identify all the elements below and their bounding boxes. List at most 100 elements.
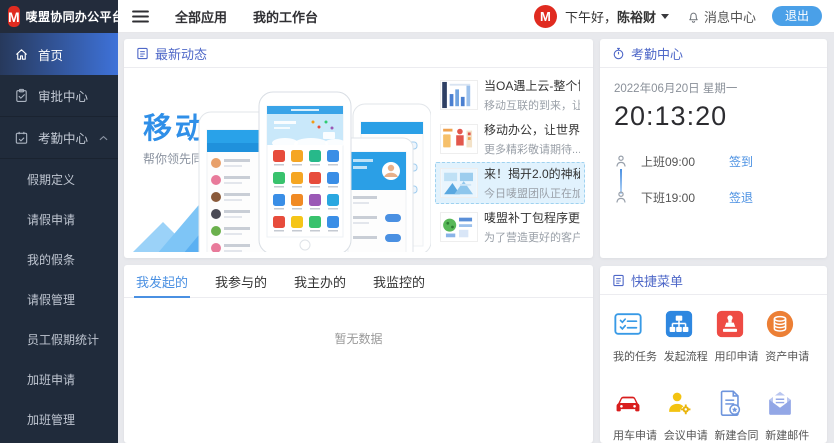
sidebar-item-label: 加班管理 (27, 411, 75, 428)
quick-item-start-process[interactable]: 发起流程 (663, 309, 714, 364)
sidebar-item-leave-request[interactable]: 请假申请 (0, 199, 118, 239)
sidebar-item-label: 员工假期统计 (27, 331, 99, 348)
checkout-link[interactable]: 签退 (729, 189, 753, 206)
quick-item-meeting-request[interactable]: 会议申请 (663, 388, 714, 443)
bell-icon[interactable] (687, 10, 700, 23)
stopwatch-icon (612, 47, 625, 60)
user-name: 陈裕财 (617, 10, 656, 25)
message-center-link[interactable]: 消息中心 (704, 7, 756, 26)
quick-item-asset-request[interactable]: 资产申请 (764, 309, 815, 364)
empty-state-text: 暂无数据 (124, 298, 593, 347)
news-item-selected[interactable]: 来！揭开2.0的神秘面纱- 今日唛盟团队正在加班加点， (435, 162, 585, 204)
quick-menu-grid: 我的任务 发起流程 用印申请 资产申请 用车申请 会议申请 (600, 295, 827, 443)
quick-menu-panel: 快捷菜单 我的任务 发起流程 用印申请 资产申请 用车申请 (600, 266, 827, 443)
oa-platform-page: M 唛盟协同办公平台 全部应用 我的工作台 M 下午好，陈裕财 消息中心 退出 … (0, 0, 834, 443)
quick-item-label: 我的任务 (613, 348, 657, 364)
news-thumbnail (440, 168, 478, 198)
clipboard-check-icon (14, 88, 29, 103)
tabs-row: 我发起的 我参与的 我主办的 我监控的 (124, 265, 593, 298)
latest-news-body: 移动办公 帮你领先同行 把工作带出办公室 (124, 68, 593, 257)
quick-item-label: 新建合同 (715, 427, 759, 443)
quick-item-label: 资产申请 (765, 348, 809, 364)
sidebar-item-attendance-center[interactable]: 考勤中心 (0, 117, 118, 159)
attendance-date: 2022年06月20日 星期一 (614, 80, 813, 96)
quick-item-seal-request[interactable]: 用印申请 (714, 309, 765, 364)
header-user-area: M 下午好，陈裕财 消息中心 退出 (534, 5, 822, 28)
news-title: 唛盟补丁包程序更新 (484, 209, 580, 226)
sidebar-item-overtime-management[interactable]: 加班管理 (0, 399, 118, 439)
sidebar-item-holiday-definition[interactable]: 假期定义 (0, 159, 118, 199)
news-thumbnail (440, 124, 478, 154)
chevron-down-icon[interactable] (661, 14, 669, 19)
banner-phones-illustration (195, 84, 431, 252)
sidebar: 首页 审批中心 考勤中心 假期定义 请假申请 我的假条 请假管理 员工假期统计 … (0, 33, 118, 443)
checkout-time-label: 下班19:00 (641, 189, 695, 206)
latest-news-panel: 最新动态 移动办公 帮你领先同行 把工作带出办公室 (124, 39, 593, 258)
news-subtitle: 更多精彩敬请期待........ (484, 141, 580, 157)
news-item[interactable]: 唛盟补丁包程序更新 为了营造更好的客户体验，唛 (435, 206, 585, 248)
mobile-office-banner[interactable]: 移动办公 帮你领先同行 把工作带出办公室 (129, 73, 431, 252)
news-item[interactable]: 移动办公，让世界触手可 更多精彩敬请期待........ (435, 118, 585, 160)
sidebar-item-approval-center[interactable]: 审批中心 (0, 75, 118, 117)
quick-item-label: 会议申请 (664, 427, 708, 443)
sidebar-item-label: 请假申请 (27, 211, 75, 228)
attendance-panel: 考勤中心 2022年06月20日 星期一 20:13:20 上班09:00 签到 (600, 39, 827, 258)
quick-item-new-mail[interactable]: 新建邮件 (764, 388, 815, 443)
sidebar-item-label: 考勤中心 (38, 128, 88, 147)
sidebar-item-overtime-request[interactable]: 加班申请 (0, 359, 118, 399)
attendance-row-checkin: 上班09:00 签到 (614, 148, 813, 174)
sidebar-item-my-leave-slips[interactable]: 我的假条 (0, 239, 118, 279)
sidebar-item-label: 我的假条 (27, 251, 75, 268)
chevron-up-icon (99, 135, 108, 141)
tasks-icon (613, 309, 643, 339)
logo-m-icon: M (8, 6, 20, 27)
quick-item-new-contract[interactable]: 新建合同 (714, 388, 765, 443)
home-icon (14, 47, 29, 62)
attendance-row-checkout: 下班19:00 签退 (614, 184, 813, 210)
news-title: 来！揭开2.0的神秘面纱- (484, 165, 580, 182)
news-subtitle: 移动互联的到来，让OA与云 (484, 97, 580, 113)
sidebar-item-employee-holiday-stats[interactable]: 员工假期统计 (0, 319, 118, 359)
sidebar-item-label: 加班申请 (27, 371, 75, 388)
person-icon (614, 190, 628, 204)
news-title: 移动办公，让世界触手可 (484, 121, 580, 138)
checkin-link[interactable]: 签到 (729, 153, 753, 170)
news-subtitle: 今日唛盟团队正在加班加点， (484, 185, 580, 201)
sidebar-item-label: 审批中心 (38, 86, 88, 105)
user-avatar[interactable]: M (534, 5, 557, 28)
sidebar-item-leave-management[interactable]: 请假管理 (0, 279, 118, 319)
news-item[interactable]: 当OA遇上云-整个协同OA 移动互联的到来，让OA与云 (435, 74, 585, 116)
attendance-clock: 20:13:20 (614, 101, 813, 132)
tab-monitored-by-me[interactable]: 我监控的 (373, 265, 425, 297)
flow-icon (664, 309, 694, 339)
panel-title: 考勤中心 (631, 44, 683, 63)
quick-menu-header: 快捷菜单 (600, 266, 827, 295)
meeting-icon (664, 388, 694, 418)
sidebar-item-home[interactable]: 首页 (0, 33, 118, 75)
quick-item-my-tasks[interactable]: 我的任务 (612, 309, 663, 364)
quick-item-label: 用车申请 (613, 427, 657, 443)
top-bar: 全部应用 我的工作台 M 下午好，陈裕财 消息中心 退出 (118, 0, 834, 33)
nav-all-apps[interactable]: 全部应用 (175, 7, 227, 26)
quick-item-vehicle-request[interactable]: 用车申请 (612, 388, 663, 443)
quick-item-label: 发起流程 (664, 348, 708, 364)
asset-icon (765, 309, 795, 339)
nav-my-workspace[interactable]: 我的工作台 (253, 7, 318, 26)
user-greeting[interactable]: 下午好，陈裕财 (565, 7, 656, 26)
sidebar-item-label: 首页 (38, 45, 63, 64)
panel-title: 最新动态 (155, 44, 207, 63)
tab-hosted-by-me[interactable]: 我主办的 (294, 265, 346, 297)
document-icon (612, 274, 625, 287)
tab-participated-by-me[interactable]: 我参与的 (215, 265, 267, 297)
app-title: 唛盟协同办公平台 (26, 8, 124, 25)
attendance-rows: 上班09:00 签到 下班19:00 签退 (614, 148, 813, 210)
sidebar-item-label: 假期定义 (27, 171, 75, 188)
tab-initiated-by-me[interactable]: 我发起的 (136, 265, 188, 297)
greeting-prefix: 下午好， (565, 10, 617, 25)
news-title: 当OA遇上云-整个协同OA (484, 77, 580, 94)
panel-title: 快捷菜单 (631, 271, 683, 290)
sidebar-item-label: 请假管理 (27, 291, 75, 308)
menu-toggle-icon[interactable] (132, 10, 149, 23)
logout-button[interactable]: 退出 (772, 6, 822, 26)
document-icon (136, 47, 149, 60)
